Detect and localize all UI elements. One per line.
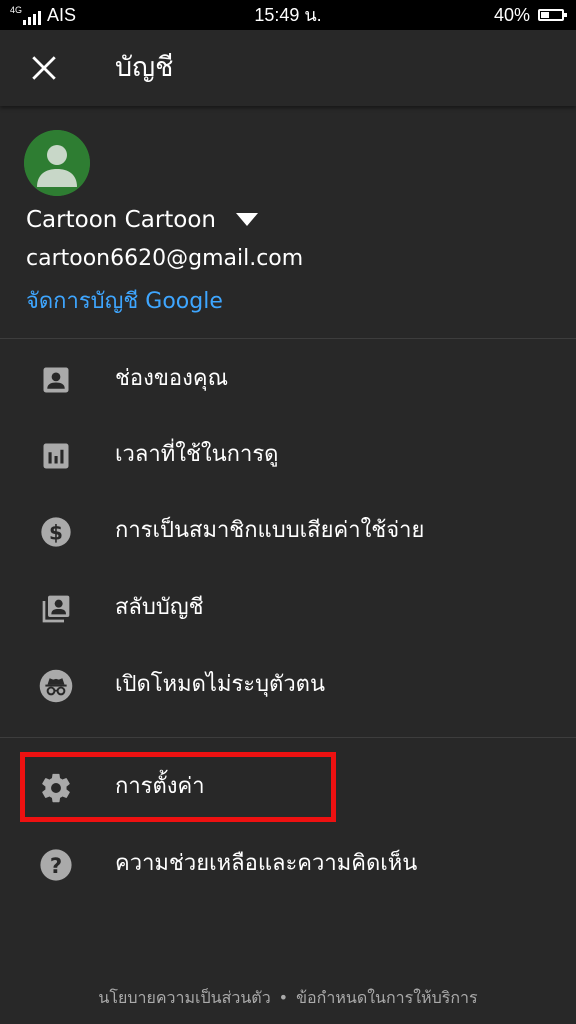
privacy-policy-link[interactable]: นโยบายความเป็นส่วนตัว [98,988,270,1007]
status-time: 15:49 น. [254,5,322,25]
manage-google-account-link[interactable]: จัดการบัญชี Google [26,286,223,318]
menu-item-switch-account[interactable]: สลับบัญชี [0,572,576,642]
battery-percent: 40% [493,5,530,25]
app-bar: บัญชี [0,30,576,106]
svg-text:?: ? [50,854,62,879]
person-box-icon [38,362,74,398]
svg-text:$: $ [49,520,63,544]
menu-item-watch-time[interactable]: เวลาที่ใช้ในการดู [0,419,576,489]
menu-item-label: เปิดโหมดไม่ระบุตัวตน [115,672,326,697]
menu-item-incognito[interactable]: เปิดโหมดไม่ระบุตัวตน [0,649,576,719]
account-switcher[interactable]: Cartoon Cartoon [26,204,259,236]
incognito-icon [38,668,74,704]
avatar-person-icon [24,130,90,196]
battery-icon [538,9,567,21]
footer-separator: • [278,988,289,1007]
close-button[interactable] [22,46,66,90]
account-email: cartoon6620@gmail.com [26,246,304,271]
menu-item-help-feedback[interactable]: ? ความช่วยเหลือและความคิดเห็น [0,828,576,898]
status-bar: 4G AIS 15:49 น. 40% [0,0,576,30]
menu-item-your-channel[interactable]: ช่องของคุณ [0,343,576,413]
avatar[interactable] [24,130,90,196]
screen: 4G AIS 15:49 น. 40% บัญชี Cartoon Cartoo… [0,0,576,1024]
divider [0,338,576,339]
menu-item-label: ช่องของคุณ [115,366,229,391]
page-title: บัญชี [115,52,174,83]
status-right: 40% [493,5,567,25]
settings-highlight-box [20,752,336,822]
menu-item-paid-memberships[interactable]: $ การเป็นสมาชิกแบบเสียค่าใช้จ่าย [0,495,576,565]
divider [0,737,576,738]
menu-item-label: เวลาที่ใช้ในการดู [115,442,279,467]
dropdown-arrow-icon [236,213,259,226]
battery-fill [541,12,549,18]
switch-account-icon [38,591,74,627]
menu-item-label: การเป็นสมาชิกแบบเสียค่าใช้จ่าย [115,518,425,543]
menu-item-label: ความช่วยเหลือและความคิดเห็น [115,851,418,876]
close-icon [32,56,56,80]
menu-item-label: สลับบัญชี [115,595,204,620]
dollar-circle-icon: $ [38,514,74,550]
account-name: Cartoon Cartoon [26,207,217,233]
terms-of-service-link[interactable]: ข้อกำหนดในการให้บริการ [296,988,477,1007]
bar-chart-icon [38,438,74,474]
help-icon: ? [38,847,74,883]
footer: นโยบายความเป็นส่วนตัว • ข้อกำหนดในการให้บร… [0,984,576,1012]
